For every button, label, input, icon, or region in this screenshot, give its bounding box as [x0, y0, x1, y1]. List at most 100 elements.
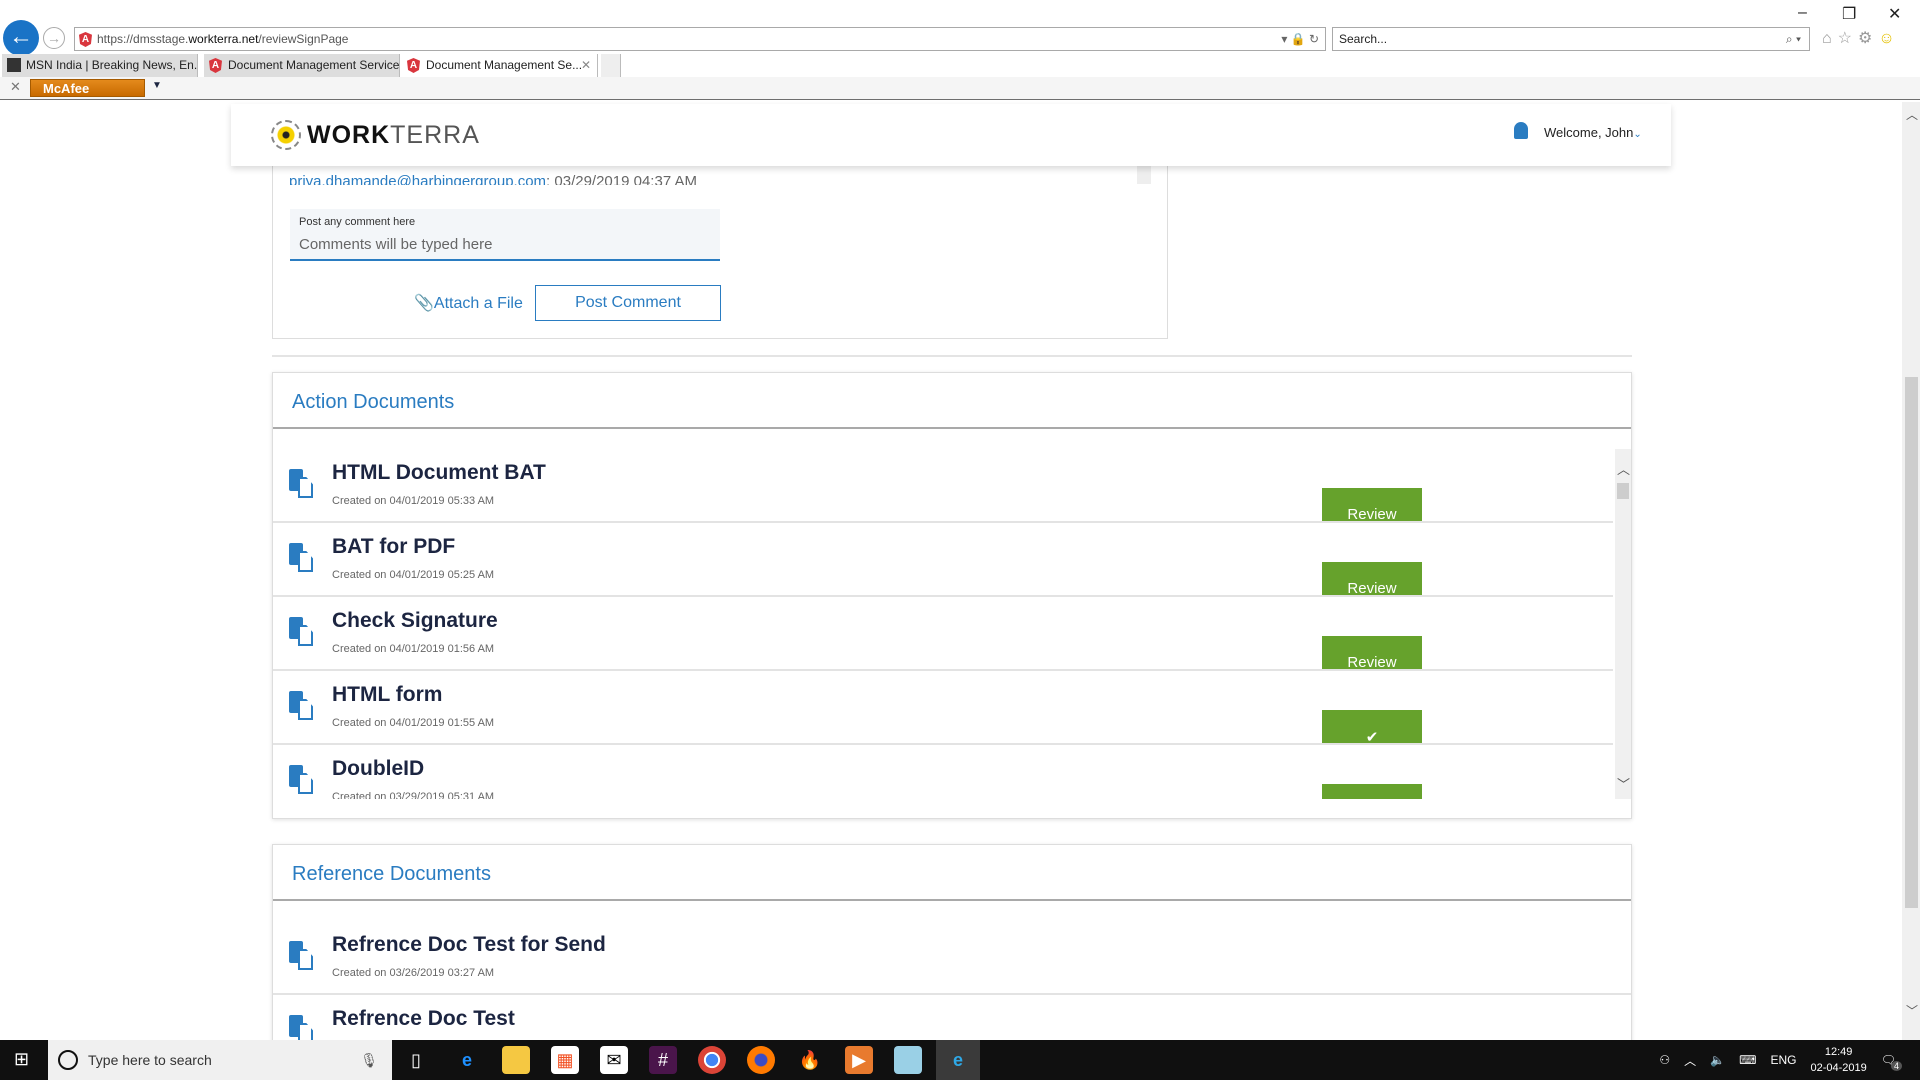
url-domain: workterra.net — [188, 32, 259, 46]
browser-toolbar-icons[interactable]: ⌂☆⚙☺ — [1822, 28, 1901, 48]
search-icon[interactable]: ⌕ ▾ — [1786, 28, 1801, 50]
dropdown-arrow-icon[interactable]: ▼ — [152, 80, 162, 91]
page-scrollbar[interactable]: ︿ ﹀ — [1902, 102, 1920, 1040]
store-icon[interactable]: ▦ — [551, 1046, 579, 1074]
scroll-down-icon[interactable]: ﹀ — [1617, 774, 1630, 793]
list-item[interactable]: DoubleID Created on 03/29/2019 05:31 AM ✔ — [273, 745, 1613, 799]
document-date: Created on 04/01/2019 05:33 AM — [332, 495, 495, 507]
document-name[interactable]: Refrence Doc Test for Send — [332, 933, 606, 957]
close-tab-icon[interactable]: ✕ — [581, 54, 591, 77]
workterra-logo[interactable]: WORK TERRA — [271, 120, 480, 150]
new-tab-button[interactable] — [601, 54, 621, 77]
comment-author[interactable]: priya.dhamande@harbingergroup.com — [289, 173, 546, 185]
scroll-thumb[interactable] — [1905, 377, 1918, 908]
tab-strip: MSN India | Breaking News, En... A Docume… — [0, 54, 1920, 77]
lock-refresh-icon[interactable]: ▾ 🔒 ↻ — [1281, 28, 1319, 50]
document-icon — [289, 543, 315, 573]
language-indicator[interactable]: ENG — [1770, 1053, 1796, 1067]
forward-button[interactable]: → — [43, 27, 65, 49]
bell-icon[interactable] — [1514, 122, 1528, 139]
list-item[interactable]: BAT for PDF Created on 04/01/2019 05:25 A… — [273, 523, 1613, 597]
signed-button[interactable]: ✔ — [1322, 710, 1422, 743]
scroll-thumb[interactable] — [1617, 483, 1629, 499]
review-button[interactable]: Review — [1322, 636, 1422, 669]
close-window-button[interactable]: ✕ — [1888, 4, 1901, 24]
notepad-icon[interactable] — [894, 1046, 922, 1074]
address-bar[interactable]: A https://dmsstage.workterra.net/reviewS… — [74, 27, 1326, 51]
section-title: Action Documents — [292, 391, 455, 413]
comment-input[interactable]: Post any comment here Comments will be t… — [290, 209, 720, 261]
mail-icon[interactable]: ✉ — [600, 1046, 628, 1074]
list-item[interactable]: Check Signature Created on 04/01/2019 01:… — [273, 597, 1613, 671]
comment-timestamp: : 03/29/2019 04:37 AM — [546, 173, 697, 185]
logo-light: TERRA — [390, 120, 480, 149]
restore-button[interactable]: ❐ — [1842, 4, 1856, 24]
minimize-button[interactable]: – — [1798, 4, 1807, 22]
mcafee-button[interactable]: McAfee — [30, 79, 145, 97]
action-documents-list: HTML Document BAT Created on 04/01/2019 0… — [273, 449, 1613, 799]
task-view-icon[interactable]: ▯ — [402, 1046, 430, 1074]
scroll-down-icon[interactable]: ﹀ — [1906, 1002, 1918, 1019]
document-date: Created on 04/01/2019 01:56 AM — [332, 643, 495, 655]
back-button[interactable]: ← — [3, 20, 39, 56]
section-divider — [272, 355, 1632, 357]
chrome-icon[interactable] — [698, 1046, 726, 1074]
people-icon[interactable]: ⚇ — [1659, 1053, 1670, 1067]
keyboard-icon[interactable]: ⌨ — [1739, 1053, 1756, 1067]
flame-app-icon[interactable]: 🔥 — [796, 1046, 824, 1074]
tab-dms-1[interactable]: A Document Management Service — [204, 54, 400, 77]
document-name[interactable]: Check Signature — [332, 609, 498, 633]
review-button[interactable]: Review — [1322, 488, 1422, 521]
browser-chrome: – ❐ ✕ ← → A https://dmsstage.workterra.n… — [0, 0, 1920, 100]
tab-dms-active[interactable]: A Document Management Se... ✕ — [402, 54, 598, 77]
volume-icon[interactable]: 🔈 — [1710, 1053, 1725, 1067]
section-title: Reference Documents — [292, 863, 491, 885]
tab-msn[interactable]: MSN India | Breaking News, En... — [2, 54, 198, 77]
user-menu[interactable]: Welcome, John⌄ — [1544, 125, 1642, 140]
msn-icon — [7, 58, 21, 72]
file-explorer-icon[interactable] — [502, 1046, 530, 1074]
list-item[interactable]: Refrence Doc Test for Send Created on 03/… — [273, 921, 1631, 995]
header-divider — [273, 899, 1631, 901]
list-scrollbar[interactable]: ︿ ﹀ — [1615, 449, 1631, 799]
microphone-icon[interactable]: 🎙 — [360, 1040, 378, 1080]
scroll-up-icon[interactable]: ︿ — [1906, 106, 1918, 123]
post-comment-button[interactable]: Post Comment — [535, 285, 721, 321]
list-item[interactable]: HTML form Created on 04/01/2019 01:55 AM ✔ — [273, 671, 1613, 745]
taskbar-search[interactable]: Type here to search 🎙 — [48, 1040, 392, 1080]
scroll-up-icon[interactable]: ︿ — [1617, 459, 1630, 478]
document-date: Created on 04/01/2019 01:55 AM — [332, 717, 495, 729]
comment-input-label: Post any comment here — [299, 216, 416, 228]
signed-button[interactable]: ✔ — [1322, 784, 1422, 799]
tab-label: MSN India | Breaking News, En... — [26, 58, 198, 72]
close-toolbar-icon[interactable]: ✕ — [10, 79, 21, 95]
app-header: WORK TERRA Welcome, John⌄ — [231, 104, 1671, 166]
clock-time: 12:49 — [1824, 1046, 1853, 1058]
review-button[interactable]: Review — [1322, 562, 1422, 595]
document-name[interactable]: HTML form — [332, 683, 442, 707]
document-icon — [289, 617, 315, 647]
media-player-icon[interactable]: ▶ — [845, 1046, 873, 1074]
windows-start-icon[interactable]: ⊞ — [14, 1049, 29, 1070]
browser-search-input[interactable]: Search... ⌕ ▾ — [1332, 27, 1810, 51]
document-name[interactable]: BAT for PDF — [332, 535, 455, 559]
document-name[interactable]: HTML Document BAT — [332, 461, 546, 485]
document-icon — [289, 691, 315, 721]
edge-icon[interactable]: e — [453, 1046, 481, 1074]
slack-icon[interactable]: # — [649, 1046, 677, 1074]
document-icon — [289, 765, 315, 795]
attach-label: Attach a File — [433, 295, 523, 312]
url-path: /reviewSignPage — [258, 32, 349, 46]
list-item[interactable]: HTML Document BAT Created on 04/01/2019 0… — [273, 449, 1613, 523]
angular-icon: A — [209, 58, 222, 73]
tab-label: Document Management Se... — [426, 58, 583, 72]
clock[interactable]: 12:49 02-04-2019 — [1810, 1044, 1866, 1076]
chevron-up-icon[interactable]: ︿ — [1684, 1052, 1696, 1069]
document-name[interactable]: Refrence Doc Test — [332, 1007, 515, 1031]
document-name[interactable]: DoubleID — [332, 757, 424, 781]
internet-explorer-icon[interactable]: e — [936, 1040, 980, 1080]
action-center-icon[interactable]: 🗨 4 — [1881, 1053, 1902, 1071]
document-icon — [289, 941, 315, 971]
attach-file-link[interactable]: 📎Attach a File — [414, 293, 523, 313]
firefox-icon[interactable] — [747, 1046, 775, 1074]
